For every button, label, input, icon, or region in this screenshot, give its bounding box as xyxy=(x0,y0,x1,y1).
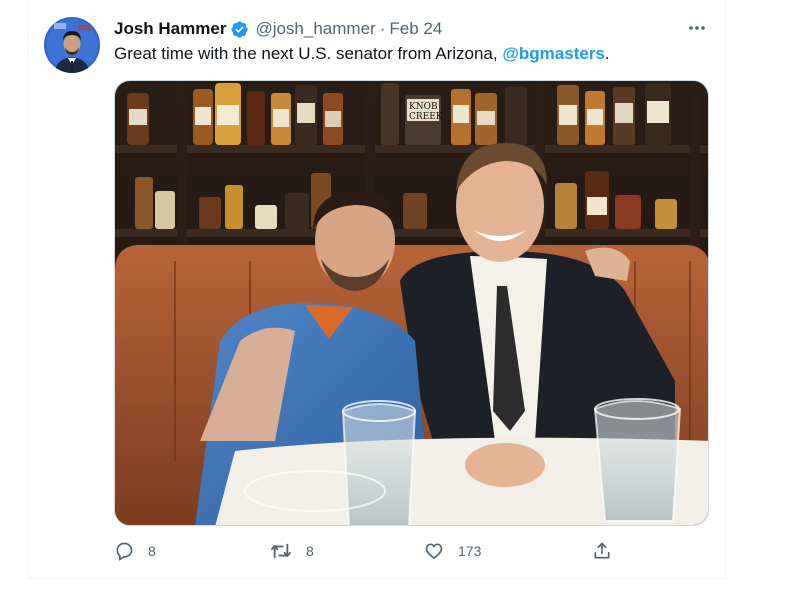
share-icon xyxy=(592,541,612,561)
tweet-date[interactable]: Feb 24 xyxy=(389,19,442,39)
avatar-image xyxy=(44,17,100,73)
reply-button[interactable]: 8 xyxy=(114,541,156,561)
svg-text:CREEK: CREEK xyxy=(409,112,443,122)
author-handle[interactable]: @josh_hammer xyxy=(255,19,375,39)
separator-dot: · xyxy=(379,19,386,38)
reply-count: 8 xyxy=(148,543,156,559)
avatar[interactable] xyxy=(44,17,100,73)
photo-image: KNOB CREEK xyxy=(115,81,708,525)
more-options-icon[interactable] xyxy=(686,19,708,37)
mention-link[interactable]: @bgmasters xyxy=(502,44,605,63)
tweet-actions: 8 8 173 xyxy=(114,541,634,563)
like-count: 173 xyxy=(458,543,482,559)
heart-icon xyxy=(424,541,444,561)
tweet-text: Great time with the next U.S. senator fr… xyxy=(114,44,610,64)
svg-text:KNOB: KNOB xyxy=(409,102,438,112)
tweet-header: Josh Hammer @josh_hammer · Feb 24 xyxy=(114,18,442,40)
tweet-text-body: Great time with the next U.S. senator fr… xyxy=(114,44,503,63)
reply-icon xyxy=(114,541,134,561)
verified-badge-icon xyxy=(230,20,249,39)
retweet-icon xyxy=(270,541,292,561)
retweet-button[interactable]: 8 xyxy=(270,541,314,561)
author-name[interactable]: Josh Hammer xyxy=(114,19,226,39)
like-button[interactable]: 173 xyxy=(424,541,481,561)
tweet-photo[interactable]: KNOB CREEK xyxy=(114,80,709,526)
page: Josh Hammer @josh_hammer · Feb 24 Great … xyxy=(0,0,791,600)
tweet-text-end: . xyxy=(604,44,610,63)
retweet-count: 8 xyxy=(306,543,314,559)
share-button[interactable] xyxy=(592,541,612,561)
